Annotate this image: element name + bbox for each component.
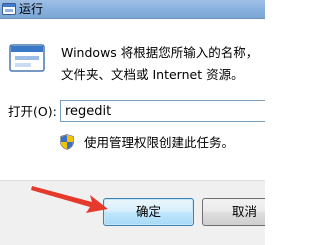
- uac-shield-icon: [60, 134, 74, 150]
- description-line-1: Windows 将根据您所输入的名称，: [61, 45, 259, 60]
- run-icon: [2, 3, 16, 15]
- run-dialog: 运行 Windows 将根据您所输入的名称， 文件夹、文档或 Internet …: [0, 0, 265, 245]
- title-bar[interactable]: 运行: [0, 0, 265, 19]
- ok-button[interactable]: 确定: [103, 198, 194, 226]
- description-line-2: 文件夹、文档或 Internet 资源。: [61, 67, 244, 82]
- cancel-button[interactable]: 取消: [202, 198, 265, 226]
- description: Windows 将根据您所输入的名称， 文件夹、文档或 Internet 资源。: [61, 42, 265, 86]
- run-app-icon: [9, 44, 45, 72]
- open-label: 打开(O):: [8, 104, 57, 119]
- admin-notice: 使用管理权限创建此任务。: [84, 135, 235, 150]
- open-input[interactable]: [60, 100, 265, 122]
- red-arrow-icon: [31, 186, 108, 213]
- window-title: 运行: [19, 2, 44, 16]
